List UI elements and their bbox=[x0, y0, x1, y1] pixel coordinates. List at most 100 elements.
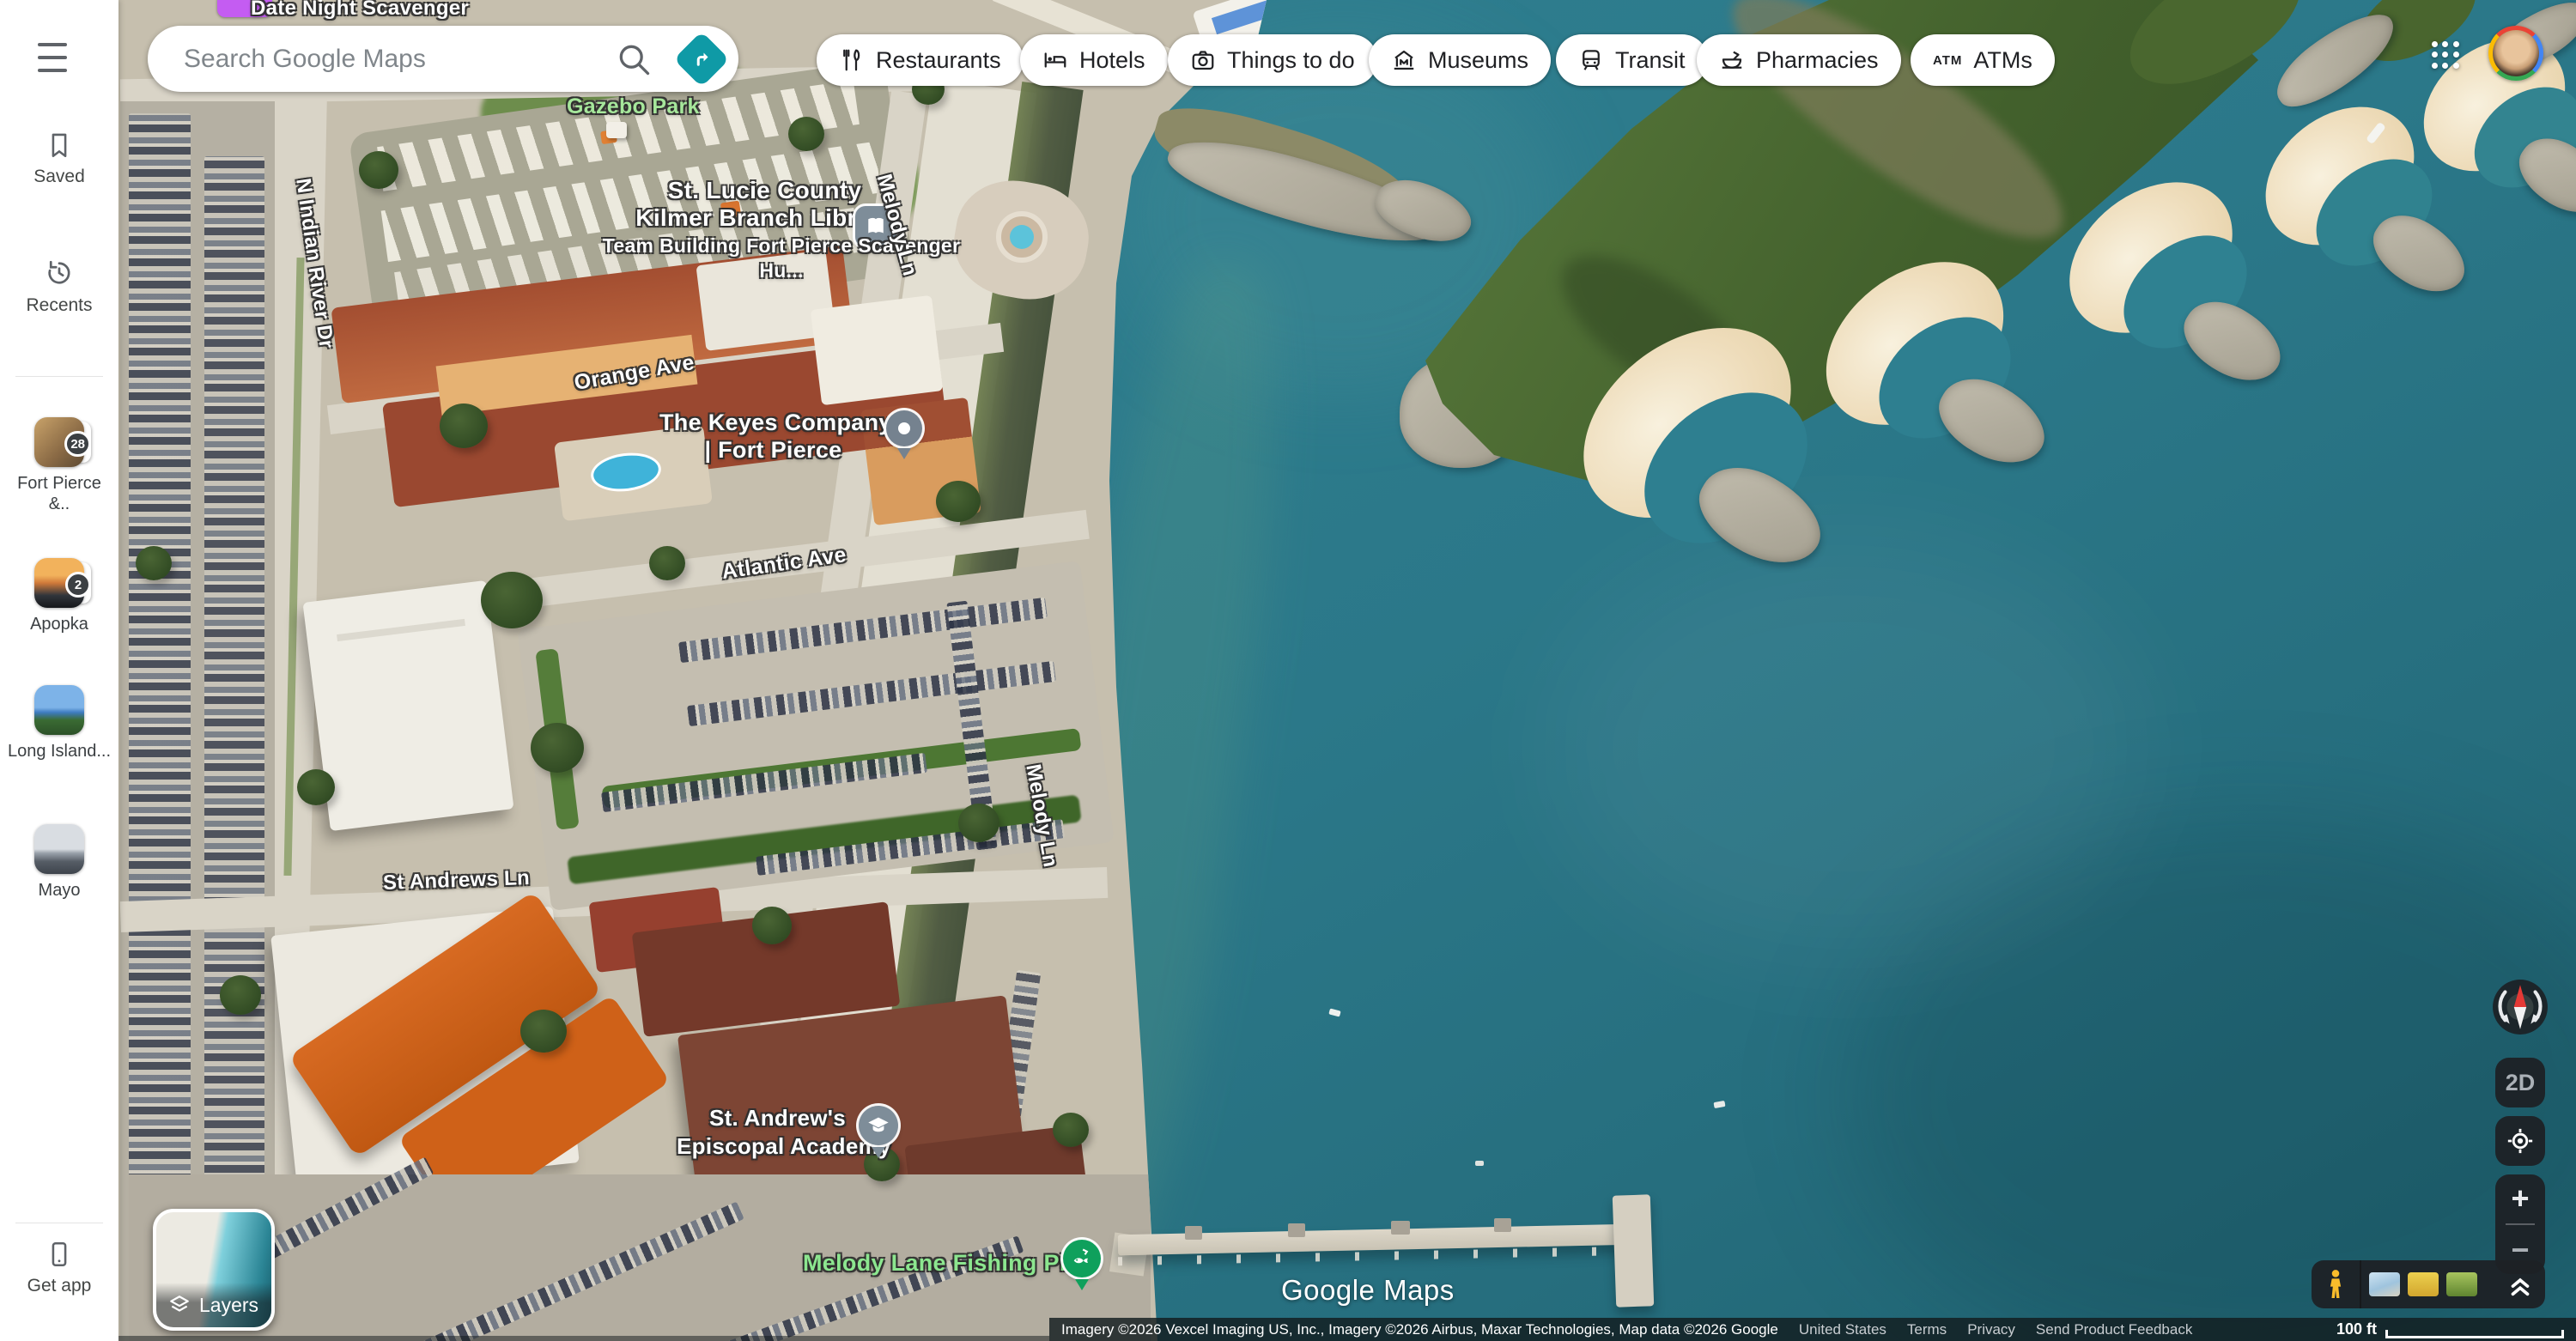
keyes-line2: | Fort Pierce bbox=[659, 436, 887, 464]
account-avatar[interactable] bbox=[2488, 26, 2543, 81]
academy-line1: St. Andrew's bbox=[677, 1104, 878, 1132]
layers-button[interactable]: Layers bbox=[153, 1209, 275, 1331]
boat bbox=[1475, 1161, 1484, 1166]
chip-label: Restaurants bbox=[876, 47, 1001, 74]
pin-tail bbox=[897, 448, 911, 459]
sidebar-place-apopka[interactable]: 2 Apopka bbox=[0, 558, 118, 635]
hotels-icon bbox=[1042, 47, 1068, 73]
chip-label: Museums bbox=[1428, 47, 1528, 74]
map-label-keyes[interactable]: The Keyes Company | Fort Pierce bbox=[659, 409, 887, 464]
chip-hotels[interactable]: Hotels bbox=[1020, 34, 1168, 86]
zoom-in-button[interactable]: + bbox=[2511, 1183, 2529, 1214]
map-label-fishing-pier[interactable]: Melody Lane Fishing Pier bbox=[803, 1250, 1089, 1277]
collapse-chevrons-icon[interactable] bbox=[2506, 1270, 2535, 1299]
zoom-divider bbox=[2506, 1223, 2535, 1225]
graduation-cap-icon bbox=[866, 1113, 890, 1138]
recents-icon bbox=[44, 258, 75, 288]
place-label: Mayo bbox=[39, 881, 81, 901]
street-view-imagery-bar bbox=[2312, 1260, 2545, 1308]
chip-label: ATMs bbox=[1973, 47, 2032, 74]
place-count-badge: 2 bbox=[65, 572, 91, 598]
avatar-photo bbox=[2493, 30, 2539, 76]
chip-transit[interactable]: Transit bbox=[1556, 34, 1708, 86]
chip-label: Pharmacies bbox=[1756, 47, 1879, 74]
library-line1: St. Lucie County bbox=[617, 177, 913, 204]
sidebar-item-saved[interactable]: Saved bbox=[0, 130, 118, 187]
layers-icon bbox=[168, 1294, 191, 1316]
map-label-academy[interactable]: St. Andrew's Episcopal Academy bbox=[677, 1104, 878, 1160]
place-label: Apopka bbox=[30, 615, 88, 635]
fishing-pier-pin[interactable] bbox=[1063, 1240, 1101, 1277]
map-label-event[interactable]: Date Night Scavenger bbox=[251, 0, 469, 21]
zoom-control: + − bbox=[2495, 1174, 2545, 1274]
imagery-thumbnail-field[interactable] bbox=[2408, 1272, 2439, 1296]
map-label-gazebo-park[interactable]: Gazebo Park bbox=[567, 94, 700, 119]
chip-pharmacies[interactable]: Pharmacies bbox=[1697, 34, 1901, 86]
sidebar-place-mayo[interactable]: Mayo bbox=[0, 824, 118, 901]
2d-toggle-button[interactable]: 2D bbox=[2495, 1058, 2545, 1107]
place-count-badge: 28 bbox=[64, 431, 91, 457]
menu-icon[interactable] bbox=[38, 43, 72, 72]
scale-bar bbox=[2385, 1330, 2564, 1338]
place-thumbnail: 2 bbox=[34, 558, 84, 608]
restaurants-icon bbox=[839, 47, 865, 73]
chip-label: Transit bbox=[1615, 47, 1686, 74]
pin-dot-icon bbox=[898, 422, 910, 434]
atm-icon: ATM bbox=[1933, 53, 1962, 68]
camera-icon bbox=[1190, 47, 1216, 73]
sidebar-item-label: Recents bbox=[26, 295, 92, 316]
chip-label: Hotels bbox=[1079, 47, 1145, 74]
sidebar-place-long-island[interactable]: Long Island... bbox=[0, 685, 118, 762]
chip-restaurants[interactable]: Restaurants bbox=[817, 34, 1024, 86]
map-canvas[interactable]: Date Night Scavenger Gazebo Park St. Luc… bbox=[0, 0, 2576, 1341]
pin-tail bbox=[872, 1147, 885, 1158]
sidebar-item-get-app[interactable]: Get app bbox=[0, 1240, 118, 1296]
fishing-icon bbox=[1070, 1247, 1094, 1271]
country-label: United States bbox=[1799, 1321, 1886, 1338]
sidebar-item-label: Saved bbox=[33, 167, 85, 187]
sidebar-item-recents[interactable]: Recents bbox=[0, 258, 118, 316]
chip-atms[interactable]: ATM ATMs bbox=[1911, 34, 2055, 86]
pegbar-divider bbox=[2360, 1260, 2361, 1308]
place-label: Long Island... bbox=[8, 742, 111, 762]
phone-icon bbox=[45, 1240, 74, 1269]
place-label: Fort Pierce &.. bbox=[7, 474, 112, 514]
chip-museums[interactable]: Museums bbox=[1369, 34, 1551, 86]
layers-label: Layers bbox=[199, 1294, 258, 1317]
place-thumbnail: 28 bbox=[34, 417, 84, 467]
imagery-thumbnail-foliage[interactable] bbox=[2446, 1272, 2477, 1296]
google-maps-window: Date Night Scavenger Gazebo Park St. Luc… bbox=[0, 0, 2576, 1341]
transit-icon bbox=[1578, 47, 1604, 73]
keyes-line1: The Keyes Company bbox=[659, 409, 887, 436]
feedback-link[interactable]: Send Product Feedback bbox=[2036, 1321, 2192, 1338]
terms-link[interactable]: Terms bbox=[1907, 1321, 1947, 1338]
keyes-pin[interactable] bbox=[886, 410, 922, 446]
academy-line2: Episcopal Academy bbox=[677, 1132, 878, 1161]
compass-icon bbox=[2492, 979, 2549, 1035]
compass-control[interactable] bbox=[2492, 979, 2549, 1035]
google-maps-watermark: Google Maps bbox=[1281, 1274, 1455, 1307]
map-scale: 100 ft bbox=[2336, 1320, 2564, 1338]
directions-icon bbox=[689, 46, 714, 72]
academy-pin[interactable] bbox=[859, 1106, 898, 1145]
attribution-bar: Imagery ©2026 Vexcel Imaging US, Inc., I… bbox=[1049, 1318, 2576, 1341]
pegman-icon[interactable] bbox=[2322, 1268, 2349, 1301]
sidebar-divider bbox=[15, 376, 103, 377]
bookmark-icon bbox=[45, 130, 74, 160]
museum-icon bbox=[1391, 47, 1417, 73]
search-bar bbox=[148, 26, 738, 92]
imagery-thumbnail-coast[interactable] bbox=[2369, 1272, 2400, 1296]
my-location-button[interactable] bbox=[2495, 1116, 2545, 1166]
search-input[interactable] bbox=[184, 45, 615, 74]
directions-button[interactable] bbox=[673, 31, 729, 87]
sidebar-place-fort-pierce[interactable]: 28 Fort Pierce &.. bbox=[0, 417, 118, 514]
imagery-attribution: Imagery ©2026 Vexcel Imaging US, Inc., I… bbox=[1061, 1321, 1778, 1338]
sidebar: Saved Recents 28 Fort Pierce &.. 2 Apopk… bbox=[0, 0, 118, 1341]
search-icon[interactable] bbox=[615, 40, 653, 78]
place-thumbnail bbox=[34, 824, 84, 874]
chip-things-to-do[interactable]: Things to do bbox=[1168, 34, 1377, 86]
place-thumbnail bbox=[34, 685, 84, 735]
privacy-link[interactable]: Privacy bbox=[1967, 1321, 2015, 1338]
pin-tail bbox=[1075, 1279, 1089, 1290]
google-apps-grid-icon[interactable] bbox=[2432, 41, 2459, 69]
